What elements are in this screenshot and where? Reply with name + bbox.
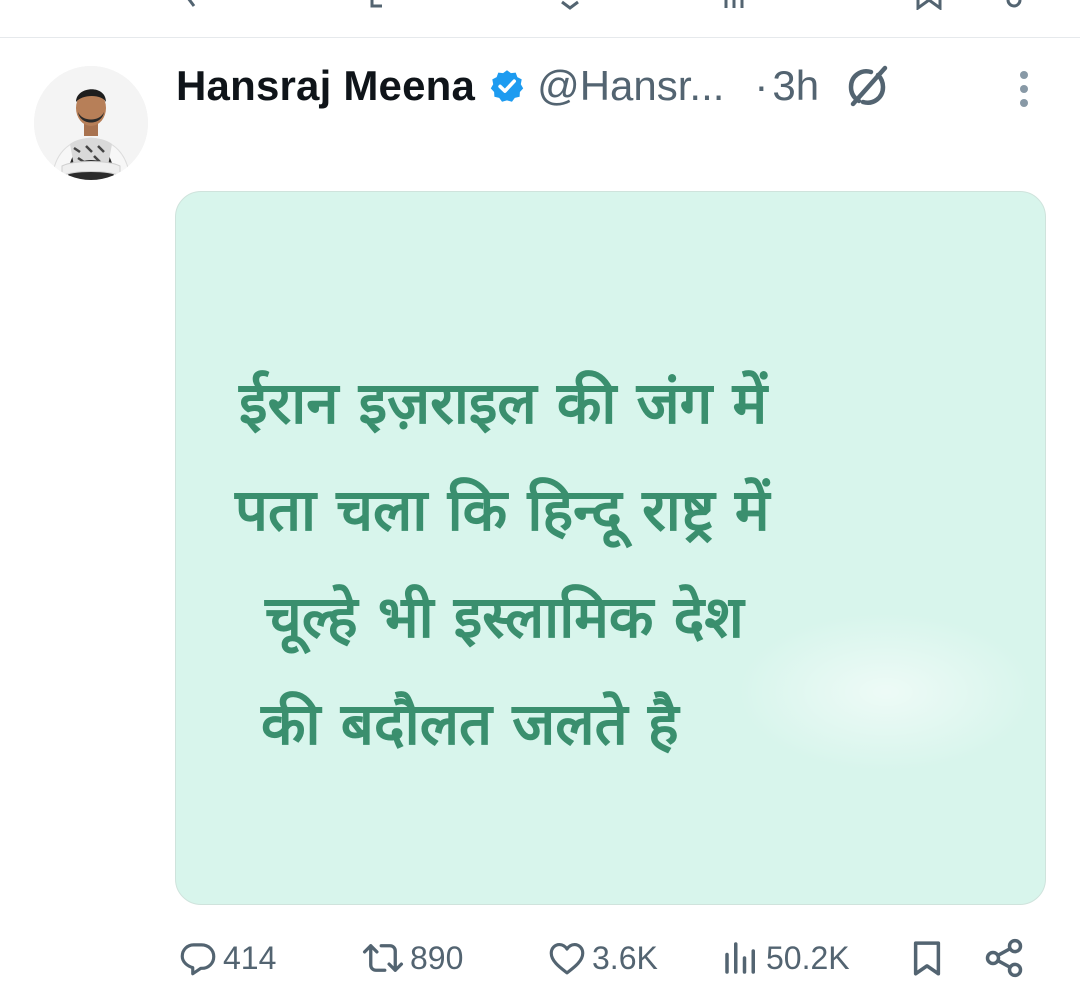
reply-icon[interactable] [184,0,208,10]
bookmark-icon[interactable] [914,0,944,10]
views-button[interactable]: 50.2K [720,934,850,982]
author-display-name[interactable]: Hansraj Meena [176,62,475,110]
grok-icon[interactable] [841,60,893,112]
repost-icon[interactable] [368,0,392,10]
like-button[interactable]: 3.6K [546,934,658,982]
reply-button[interactable]: 414 [177,934,276,982]
avatar[interactable] [34,66,148,180]
bookmark-button[interactable] [906,934,948,982]
verified-badge-icon[interactable] [489,68,525,104]
like-icon [549,942,585,975]
media-text-line: पता चला कि हिन्दू राष्ट्र में [235,476,770,544]
share-icon[interactable] [1000,0,1030,10]
reply-icon [180,943,216,976]
views-icon[interactable] [722,0,752,10]
tweet-timestamp[interactable]: 3h [772,62,819,110]
like-count: 3.6K [592,939,658,976]
share-button[interactable] [982,934,1026,982]
repost-count: 890 [410,939,464,976]
media-text-block: ईरान इज़राइल की जंग में पता चला कि हिन्द… [231,350,1011,778]
media-text-line: ईरान इज़राइल की जंग में [239,369,768,437]
media-text-line: चूल्हे भी इस्लामिक देश [265,583,744,651]
share-icon [985,938,1023,978]
more-icon[interactable] [1010,68,1038,110]
tweet-header: Hansraj Meena @Hansr... · 3h [176,56,893,116]
repost-button[interactable]: 890 [360,934,463,982]
views-icon [725,942,755,974]
avatar-image [34,66,148,180]
tweet-media-image[interactable]: ईरान इज़राइल की जंग में पता चला कि हिन्द… [175,191,1046,905]
like-icon[interactable] [558,0,582,10]
view-count: 50.2K [766,939,850,976]
tweet-divider [0,37,1080,38]
separator-dot: · [754,62,769,109]
reply-count: 414 [223,939,277,976]
repost-icon [362,944,404,972]
tweet-page: Hansraj Meena @Hansr... · 3h ईरान इज़राइ… [0,0,1080,999]
bookmark-icon [913,941,941,976]
media-text-line: की बदौलत जलते है [261,690,679,758]
previous-tweet-actions [0,0,1080,10]
author-handle[interactable]: @Hansr... [537,62,724,110]
